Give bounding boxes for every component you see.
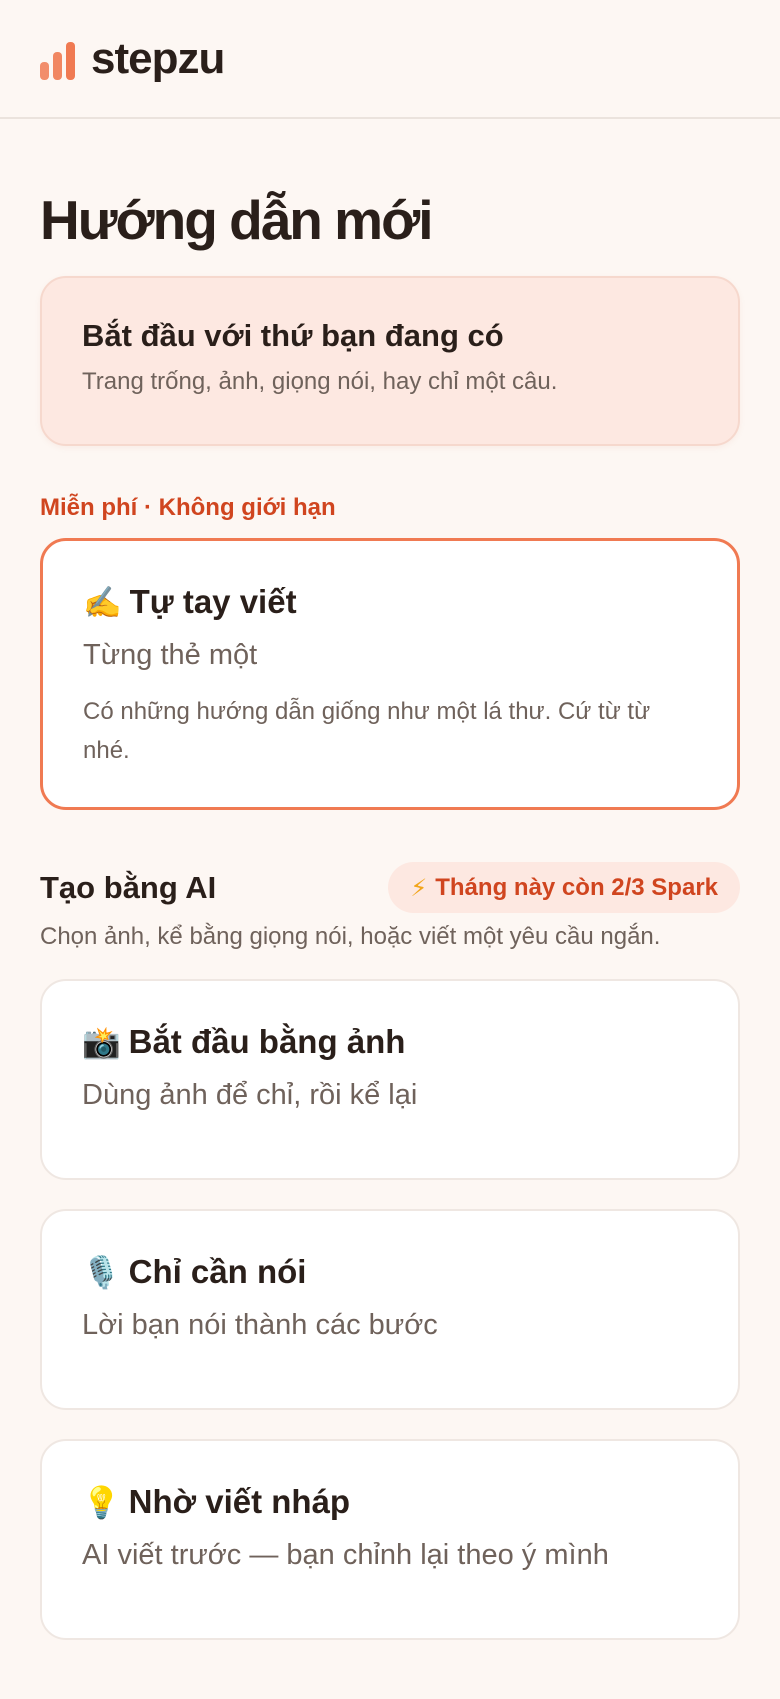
microphone-icon: 🎙️ xyxy=(82,1254,121,1291)
main-content: Hướng dẫn mới Bắt đầu với thứ bạn đang c… xyxy=(0,193,780,1640)
card-description: Có những hướng dẫn giống như một lá thư.… xyxy=(83,698,651,764)
intro-card: Bắt đầu với thứ bạn đang có Trang trống,… xyxy=(40,276,740,446)
ai-section-title: Tạo bằng AI xyxy=(40,869,217,905)
intro-subtitle: Trang trống, ảnh, giọng nói, hay chỉ một… xyxy=(82,368,558,395)
brand-name[interactable]: stepzu xyxy=(91,34,225,84)
writing-hand-icon: ✍️ xyxy=(83,584,122,621)
bar-chart-logo-icon[interactable] xyxy=(40,41,75,80)
ai-section-header: Tạo bằng AI ⚡ Tháng này còn 2/3 Spark xyxy=(40,862,740,913)
ai-draft-card[interactable]: 💡 Nhờ viết nháp AI viết trước — bạn chỉn… xyxy=(40,1439,740,1640)
card-title: 📸 Bắt đầu bằng ảnh xyxy=(82,1023,698,1061)
spark-quota-text: Tháng này còn 2/3 Spark xyxy=(435,873,718,901)
card-title-text: Chỉ cần nói xyxy=(128,1253,307,1290)
app-header: stepzu xyxy=(0,0,780,119)
card-title-text: Tự tay viết xyxy=(129,583,297,620)
ai-section-subtitle: Chọn ảnh, kể bằng giọng nói, hoặc viết m… xyxy=(40,923,661,950)
card-subtitle: Dùng ảnh để chỉ, rồi kể lại xyxy=(82,1079,418,1111)
card-title-text: Bắt đầu bằng ảnh xyxy=(128,1023,406,1060)
lightning-icon: ⚡ xyxy=(410,873,428,902)
spark-quota-badge: ⚡ Tháng này còn 2/3 Spark xyxy=(388,862,740,913)
page-title: Hướng dẫn mới xyxy=(40,189,433,251)
card-title: 🎙️ Chỉ cần nói xyxy=(82,1253,698,1291)
card-subtitle: Lời bạn nói thành các bước xyxy=(82,1309,438,1341)
write-manually-card[interactable]: ✍️ Tự tay viết Từng thẻ một Có những hướ… xyxy=(40,538,740,810)
start-with-photo-card[interactable]: 📸 Bắt đầu bằng ảnh Dùng ảnh để chỉ, rồi … xyxy=(40,979,740,1180)
free-unlimited-label: Miễn phí · Không giới hạn xyxy=(40,494,336,521)
card-subtitle: AI viết trước — bạn chỉnh lại theo ý mìn… xyxy=(82,1539,609,1571)
card-title: ✍️ Tự tay viết xyxy=(83,583,697,621)
card-title-text: Nhờ viết nháp xyxy=(128,1483,351,1520)
card-subtitle: Từng thẻ một xyxy=(83,639,258,671)
just-speak-card[interactable]: 🎙️ Chỉ cần nói Lời bạn nói thành các bướ… xyxy=(40,1209,740,1410)
card-title: 💡 Nhờ viết nháp xyxy=(82,1483,698,1521)
camera-flash-icon: 📸 xyxy=(82,1024,121,1061)
intro-title: Bắt đầu với thứ bạn đang có xyxy=(82,318,504,353)
lightbulb-icon: 💡 xyxy=(82,1484,121,1521)
